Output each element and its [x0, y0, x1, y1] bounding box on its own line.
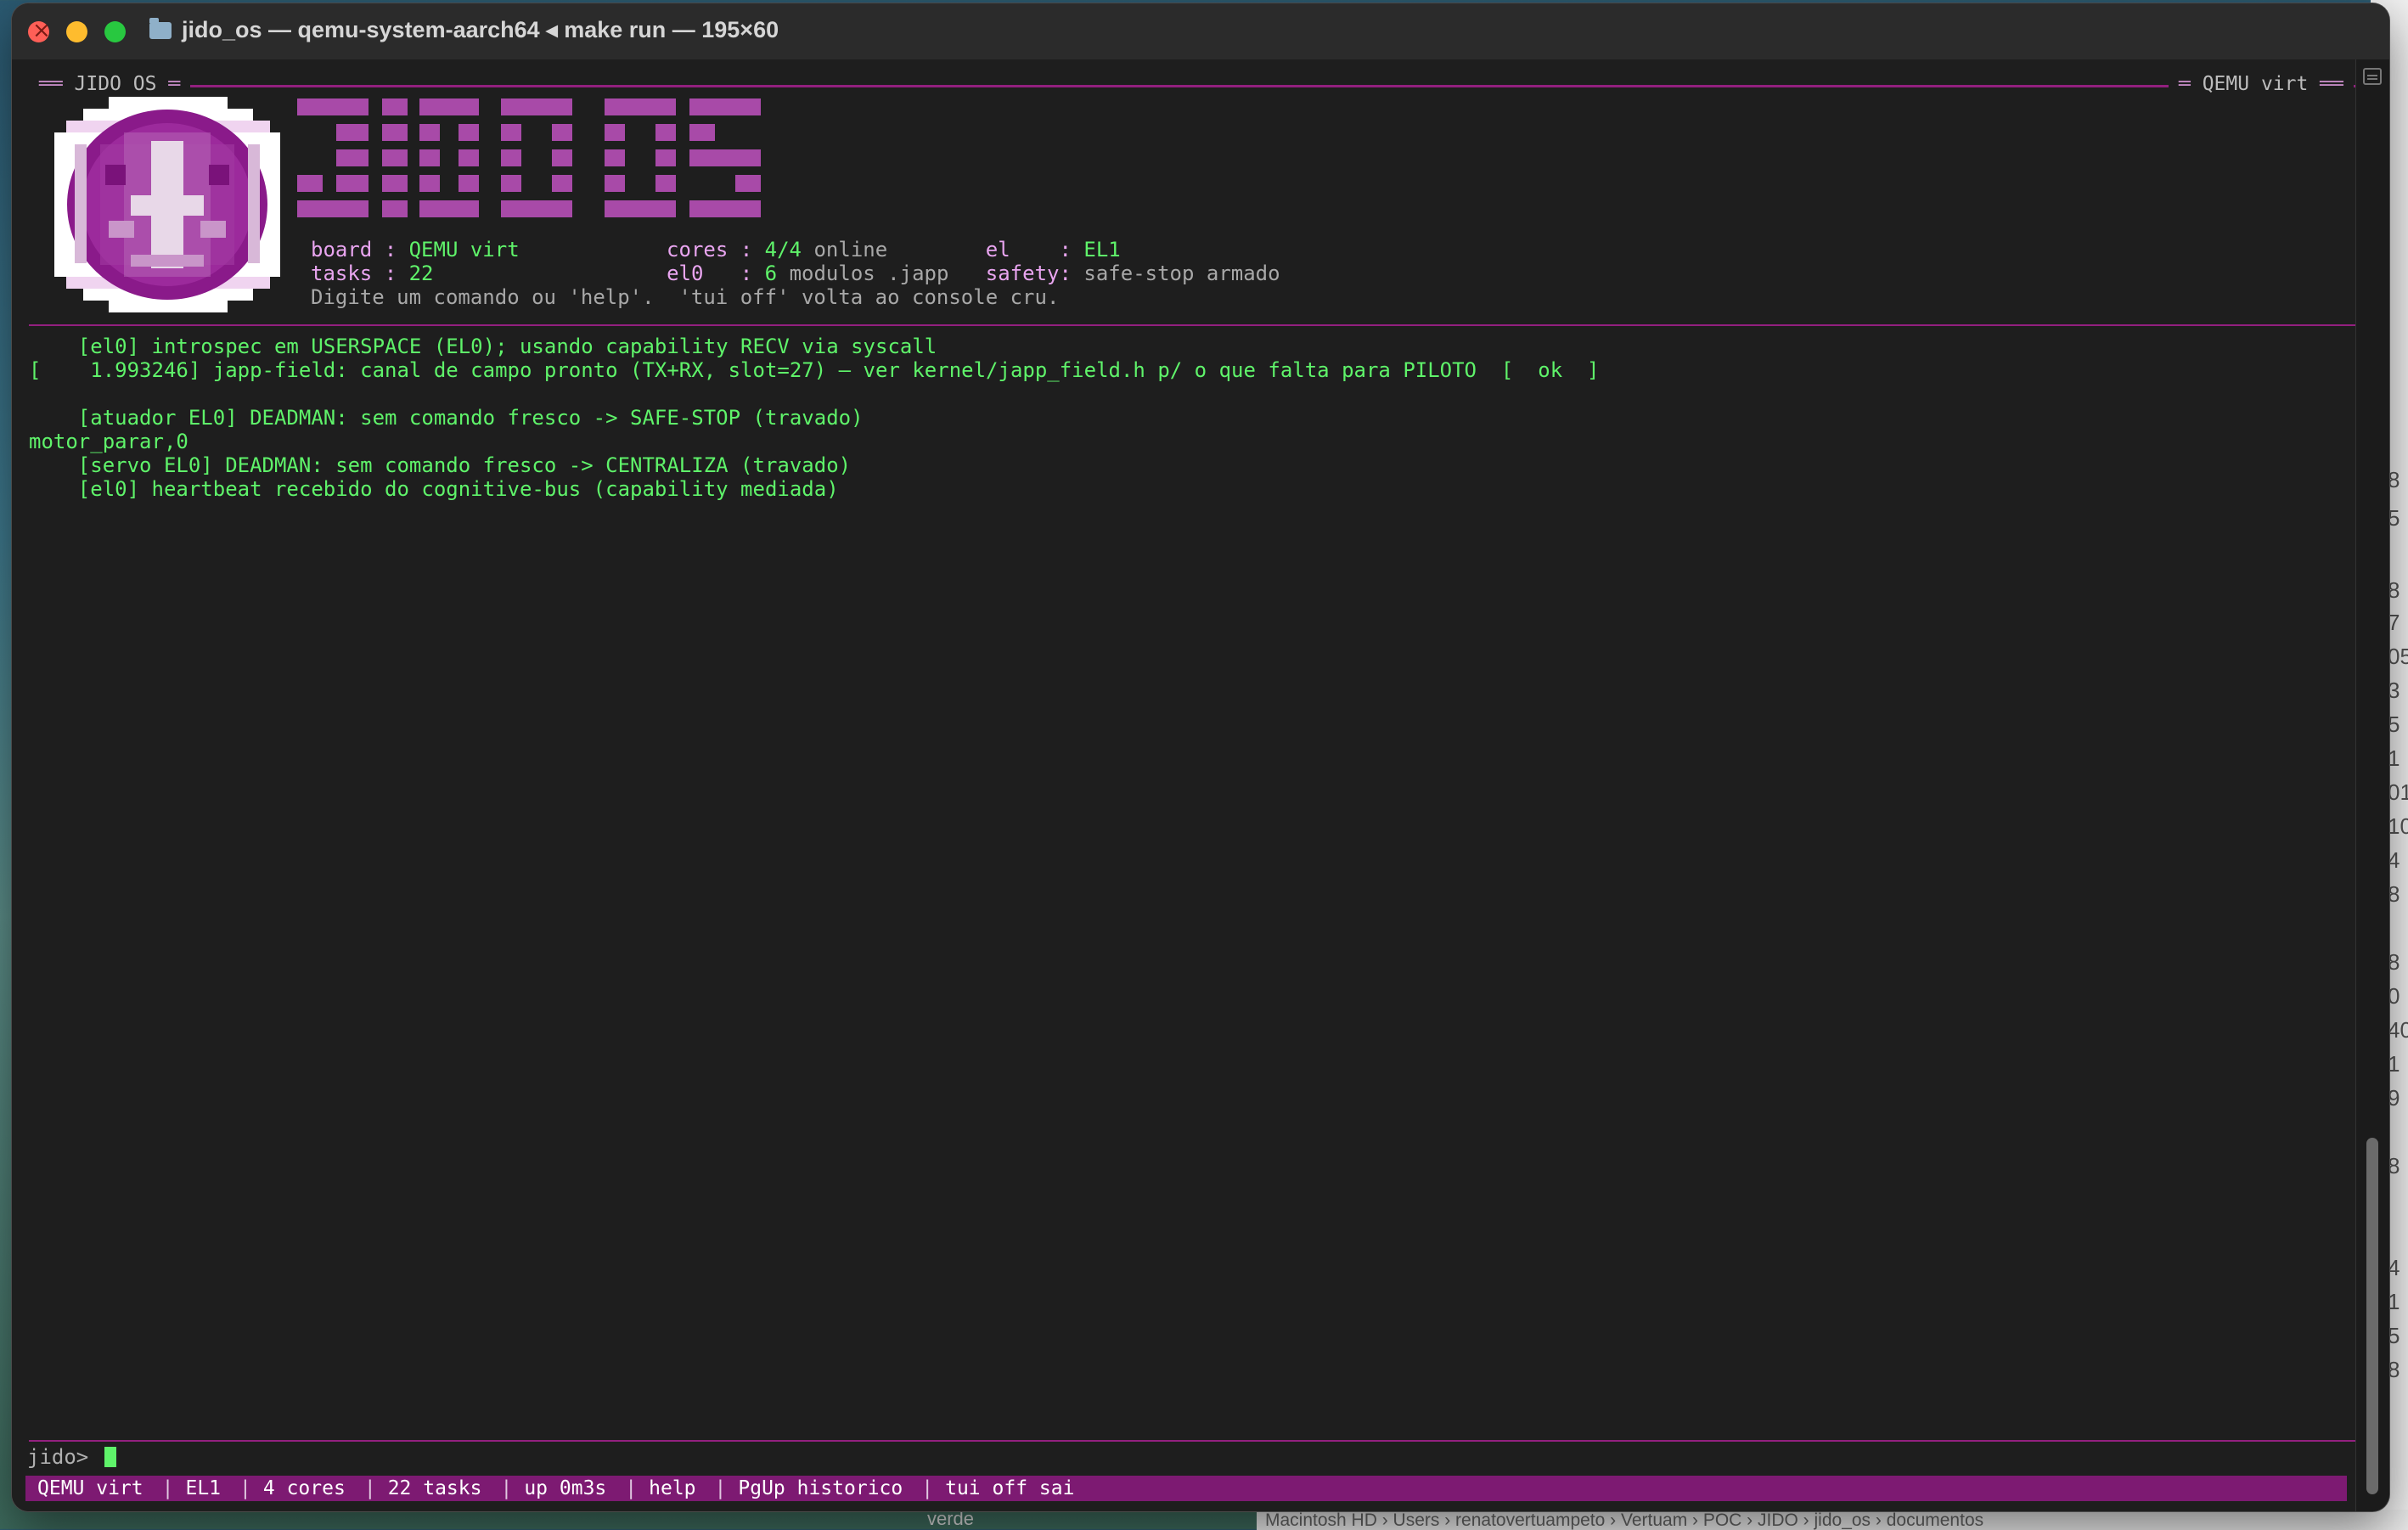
background-digit: 0	[2388, 983, 2400, 1009]
close-window-button[interactable]	[28, 18, 51, 43]
background-digit: 05	[2388, 644, 2408, 669]
status-exit: tui off sai	[945, 1477, 1075, 1499]
scrollbar[interactable]	[2355, 59, 2389, 1511]
command-prompt[interactable]: jido>	[27, 1445, 116, 1469]
status-board: QEMU virt	[37, 1477, 143, 1499]
jido-logo-icon	[54, 97, 280, 312]
background-digit: 8	[2388, 881, 2400, 907]
background-digit: 01	[2388, 779, 2408, 805]
banner-divider	[29, 324, 2355, 326]
background-digit: 8	[2388, 949, 2400, 975]
background-digit: 7	[2388, 610, 2400, 635]
log-line: [el0] heartbeat recebido do cognitive-bu…	[29, 477, 839, 501]
background-digit: 8	[2388, 467, 2400, 492]
background-digit: 9	[2388, 1085, 2400, 1111]
log-line: [servo EL0] DEADMAN: sem comando fresco …	[29, 453, 852, 477]
banner-hint: Digite um comando ou 'help'. 'tui off' v…	[311, 285, 1060, 309]
info-line-1: board : QEMU virt cores : 4/4 online el …	[311, 238, 1121, 262]
background-digit: 8	[2388, 1153, 2400, 1178]
log-line: [atuador EL0] DEADMAN: sem comando fresc…	[29, 406, 864, 430]
status-tasks: 22 tasks	[387, 1477, 482, 1499]
log-line: motor_parar,0	[29, 430, 188, 453]
background-digit: 8	[2388, 1357, 2400, 1382]
background-digit: 3	[2388, 678, 2400, 703]
background-digit: 5	[2388, 1323, 2400, 1348]
background-digit: 5	[2388, 712, 2400, 737]
terminal-content[interactable]: ══ JIDO OS ═ ═ QEMU virt ══ board: QEMU…	[12, 59, 2355, 1511]
header-right-label: ═ QEMU virt ══	[2169, 73, 2354, 95]
background-digit: 1	[2388, 745, 2400, 771]
window-title: jido_os — qemu-system-aarch64 ◂ make run…	[182, 17, 779, 42]
header-left-label: ══ JIDO OS ═	[29, 73, 191, 95]
marks-toggle-icon[interactable]	[2363, 68, 2382, 85]
text-cursor	[104, 1447, 116, 1467]
prompt-label: jido>	[27, 1445, 89, 1469]
status-bar: QEMU virt | EL1 | 4 cores | 22 tasks | up 0m3s | h…	[25, 1476, 2347, 1501]
info-line-2: tasks : 22 el0 : 6 modulos .japp safety:…	[311, 262, 1280, 285]
log-line: [ 1.993246] japp-field: canal de campo p…	[29, 358, 1600, 382]
title-bar[interactable]: jido_os — qemu-system-aarch64 ◂ make run…	[12, 3, 2389, 60]
background-digit: 4	[2388, 1255, 2400, 1280]
maximize-window-button[interactable]	[104, 21, 126, 42]
scrollbar-thumb[interactable]	[2366, 1138, 2378, 1494]
background-digit: 1	[2388, 1289, 2400, 1314]
prompt-divider	[29, 1440, 2355, 1442]
background-digit: 5	[2388, 505, 2400, 531]
minimize-window-button[interactable]	[66, 21, 87, 42]
terminal-window: jido_os — qemu-system-aarch64 ◂ make run…	[12, 3, 2389, 1511]
background-digit: 10	[2388, 813, 2408, 839]
finder-path-bar: Macintosh HD › Users › renatovertuampeto…	[1257, 1510, 2408, 1530]
header-rule	[29, 85, 2355, 87]
folder-icon	[149, 18, 172, 39]
status-el: EL1	[185, 1477, 222, 1499]
background-digit: 40	[2388, 1017, 2408, 1043]
status-help: help	[649, 1477, 696, 1499]
status-cores: 4 cores	[262, 1477, 346, 1499]
status-history: PgUp historico	[738, 1477, 903, 1499]
background-digit: 4	[2388, 847, 2400, 873]
background-digit: 1	[2388, 1051, 2400, 1077]
status-uptime: up 0m3s	[524, 1477, 607, 1499]
background-digit: 8	[2388, 577, 2400, 603]
log-line: [el0] introspec em USERSPACE (EL0); usan…	[29, 335, 937, 358]
